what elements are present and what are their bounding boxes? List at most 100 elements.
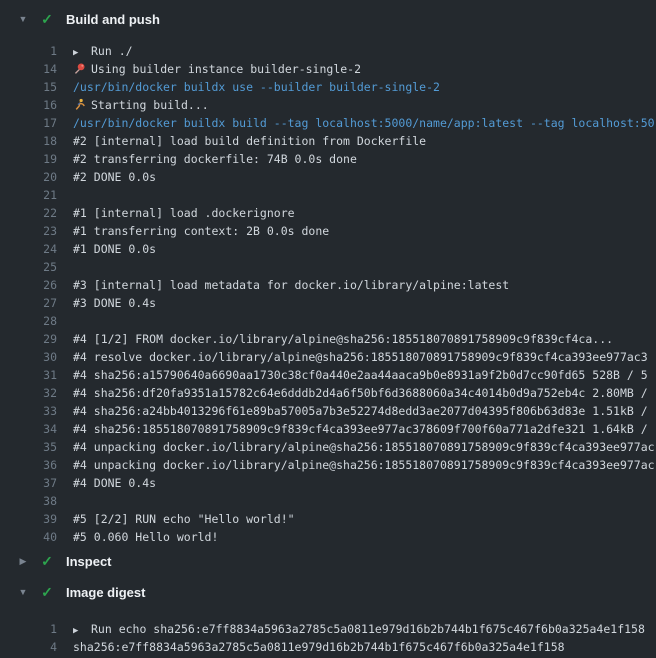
log-line: 24 #1 DONE 0.0s bbox=[0, 240, 656, 258]
log-line: 39 #5 [2/2] RUN echo "Hello world!" bbox=[0, 510, 656, 528]
log-line: 29 #4 [1/2] FROM docker.io/library/alpin… bbox=[0, 330, 656, 348]
log-line: 40 #5 0.060 Hello world! bbox=[0, 528, 656, 546]
log-section: ▶ ✓ Inspect bbox=[0, 550, 656, 572]
line-number[interactable]: 1 bbox=[0, 620, 57, 638]
line-number[interactable]: 30 bbox=[0, 348, 57, 366]
line-number[interactable]: 39 bbox=[0, 510, 57, 528]
line-text-value: #2 transferring dockerfile: 74B 0.0s don… bbox=[73, 152, 357, 166]
log-line: 33 #4 sha256:a24bb4013296f61e89ba57005a7… bbox=[0, 402, 656, 420]
line-number[interactable]: 17 bbox=[0, 114, 57, 132]
play-icon[interactable]: ▶ bbox=[73, 42, 87, 60]
log-line: 32 #4 sha256:df20fa9351a15782c64e6dddb2d… bbox=[0, 384, 656, 402]
log-line: 38 bbox=[0, 492, 656, 510]
log-line: 34 #4 sha256:185518070891758909c9f839cf4… bbox=[0, 420, 656, 438]
line-number[interactable]: 28 bbox=[0, 312, 57, 330]
line-number[interactable]: 26 bbox=[0, 276, 57, 294]
log-line: 35 #4 unpacking docker.io/library/alpine… bbox=[0, 438, 656, 456]
section-title: Inspect bbox=[66, 554, 112, 569]
line-number[interactable]: 36 bbox=[0, 456, 57, 474]
line-number[interactable]: 15 bbox=[0, 78, 57, 96]
line-number[interactable]: 14 bbox=[0, 60, 57, 78]
section-header[interactable]: ▶ ✓ Inspect bbox=[0, 550, 656, 572]
line-number[interactable]: 33 bbox=[0, 402, 57, 420]
line-text-value: #4 resolve docker.io/library/alpine@sha2… bbox=[73, 350, 648, 364]
check-icon: ✓ bbox=[40, 8, 54, 30]
line-number[interactable]: 32 bbox=[0, 384, 57, 402]
log-line: 36 #4 unpacking docker.io/library/alpine… bbox=[0, 456, 656, 474]
line-text: #1 DONE 0.0s bbox=[73, 240, 656, 258]
line-text-value: sha256:e7ff8834a5963a2785c5a0811e979d16b… bbox=[73, 640, 565, 654]
line-number[interactable]: 22 bbox=[0, 204, 57, 222]
log-lines: 1 ▶ Run ./ 14 Using builder instance buil… bbox=[0, 42, 656, 546]
log-viewer: ▼ ✓ Build and push 1 ▶Run ./ 14 Using bu… bbox=[0, 0, 656, 656]
log-line: 31 #4 sha256:a15790640a6690aa1730c38cf0a… bbox=[0, 366, 656, 384]
line-number[interactable]: 1 bbox=[0, 42, 57, 60]
line-number[interactable]: 29 bbox=[0, 330, 57, 348]
pushpin-icon bbox=[73, 62, 86, 75]
log-line: 37 #4 DONE 0.4s bbox=[0, 474, 656, 492]
chevron-down-icon[interactable]: ▼ bbox=[17, 581, 29, 603]
log-section: ▼ ✓ Image digest 1 ▶Run echo sha256:e7ff… bbox=[0, 581, 656, 656]
log-line: 23 #1 transferring context: 2B 0.0s done bbox=[0, 222, 656, 240]
log-line: 21 bbox=[0, 186, 656, 204]
line-text: #3 DONE 0.4s bbox=[73, 294, 656, 312]
section-header[interactable]: ▼ ✓ Build and push bbox=[0, 8, 656, 30]
log-lines: 1 ▶Run echo sha256:e7ff8834a5963a2785c5a… bbox=[0, 620, 656, 656]
log-line: 1 ▶ Run ./ bbox=[0, 42, 656, 60]
line-text-value: #4 sha256:df20fa9351a15782c64e6dddb2d4a6… bbox=[73, 386, 648, 400]
log-line: 14 Using builder instance builder-single… bbox=[0, 60, 656, 78]
log-line: 26 #3 [internal] load metadata for docke… bbox=[0, 276, 656, 294]
line-text: #5 [2/2] RUN echo "Hello world!" bbox=[73, 510, 656, 528]
line-number[interactable]: 31 bbox=[0, 366, 57, 384]
line-number[interactable]: 20 bbox=[0, 168, 57, 186]
line-text-value: #5 0.060 Hello world! bbox=[73, 530, 218, 544]
line-text: sha256:e7ff8834a5963a2785c5a0811e979d16b… bbox=[73, 638, 656, 656]
line-text: #4 sha256:185518070891758909c9f839cf4ca3… bbox=[73, 420, 656, 438]
line-text: #4 sha256:df20fa9351a15782c64e6dddb2d4a6… bbox=[73, 384, 656, 402]
line-text-value: #2 DONE 0.0s bbox=[73, 170, 156, 184]
line-text-value: #4 unpacking docker.io/library/alpine@sh… bbox=[73, 458, 655, 472]
chevron-right-icon[interactable]: ▶ bbox=[17, 550, 29, 572]
line-text: #5 0.060 Hello world! bbox=[73, 528, 656, 546]
line-text bbox=[73, 258, 656, 276]
line-number[interactable]: 25 bbox=[0, 258, 57, 276]
line-text: #3 [internal] load metadata for docker.i… bbox=[73, 276, 656, 294]
line-text-value: Run ./ bbox=[91, 44, 133, 58]
line-text: Using builder instance builder-single-2 bbox=[73, 60, 656, 78]
line-text: ▶Run echo sha256:e7ff8834a5963a2785c5a08… bbox=[73, 620, 656, 638]
line-number[interactable]: 40 bbox=[0, 528, 57, 546]
line-text: #4 sha256:a15790640a6690aa1730c38cf0a440… bbox=[73, 366, 656, 384]
log-line: 30 #4 resolve docker.io/library/alpine@s… bbox=[0, 348, 656, 366]
line-text: /usr/bin/docker buildx use --builder bui… bbox=[73, 78, 656, 96]
line-number[interactable]: 19 bbox=[0, 150, 57, 168]
line-number[interactable]: 24 bbox=[0, 240, 57, 258]
line-number[interactable]: 38 bbox=[0, 492, 57, 510]
play-icon[interactable]: ▶ bbox=[73, 620, 87, 638]
log-line: 19 #2 transferring dockerfile: 74B 0.0s … bbox=[0, 150, 656, 168]
line-number[interactable]: 4 bbox=[0, 638, 57, 656]
chevron-down-icon[interactable]: ▼ bbox=[17, 8, 29, 30]
line-number[interactable]: 34 bbox=[0, 420, 57, 438]
line-number[interactable]: 35 bbox=[0, 438, 57, 456]
line-text: Starting build... bbox=[73, 96, 656, 114]
log-line: 1 ▶Run echo sha256:e7ff8834a5963a2785c5a… bbox=[0, 620, 656, 638]
line-text-value: Starting build... bbox=[91, 98, 209, 112]
line-number[interactable]: 16 bbox=[0, 96, 57, 114]
log-line: 20 #2 DONE 0.0s bbox=[0, 168, 656, 186]
log-line: 15 /usr/bin/docker buildx use --builder … bbox=[0, 78, 656, 96]
line-number[interactable]: 21 bbox=[0, 186, 57, 204]
line-number[interactable]: 18 bbox=[0, 132, 57, 150]
line-text: #4 sha256:a24bb4013296f61e89ba57005a7b3e… bbox=[73, 402, 656, 420]
line-number[interactable]: 37 bbox=[0, 474, 57, 492]
line-text: #1 [internal] load .dockerignore bbox=[73, 204, 656, 222]
line-number[interactable]: 27 bbox=[0, 294, 57, 312]
line-text-value: /usr/bin/docker buildx use --builder bui… bbox=[73, 80, 440, 94]
line-text-value: #4 unpacking docker.io/library/alpine@sh… bbox=[73, 440, 655, 454]
line-number[interactable]: 23 bbox=[0, 222, 57, 240]
section-header[interactable]: ▼ ✓ Image digest bbox=[0, 581, 656, 603]
line-text: #4 unpacking docker.io/library/alpine@sh… bbox=[73, 456, 656, 474]
section-title: Build and push bbox=[66, 12, 160, 27]
check-icon: ✓ bbox=[40, 581, 54, 603]
log-line: 27 #3 DONE 0.4s bbox=[0, 294, 656, 312]
line-text-value: #3 DONE 0.4s bbox=[73, 296, 156, 310]
